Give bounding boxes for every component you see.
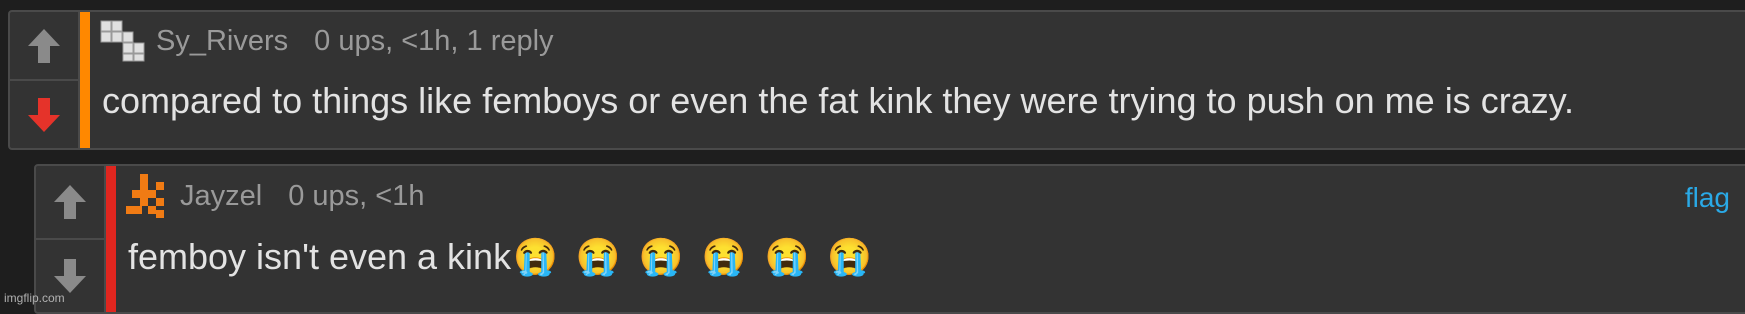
thread-color-bar bbox=[80, 12, 90, 148]
comment-meta: 0 ups, <1h bbox=[288, 179, 425, 212]
crying-emoji-icon: 😭 bbox=[575, 236, 621, 277]
comment-text-content: femboy isn't even a kink bbox=[128, 236, 512, 277]
flag-link[interactable]: flag bbox=[1685, 182, 1730, 214]
comment-header: Sy_Rivers 0 ups, <1h, 1 reply bbox=[100, 20, 554, 62]
comment-sy-rivers: Sy_Rivers 0 ups, <1h, 1 reply compared t… bbox=[8, 10, 1745, 150]
comment-body: Jayzel 0 ups, <1h flag femboy isn't even… bbox=[116, 166, 1745, 312]
emoji-row: 😭 😭 😭 😭 😭 😭 bbox=[511, 236, 872, 278]
crying-emoji-icon: 😭 bbox=[513, 236, 558, 277]
comment-text: compared to things like femboys or even … bbox=[102, 80, 1575, 121]
upvote-button[interactable] bbox=[36, 166, 106, 240]
arrow-down-icon bbox=[28, 97, 60, 132]
vote-column bbox=[10, 12, 80, 148]
watermark: imgflip.com bbox=[4, 291, 65, 305]
upvote-button[interactable] bbox=[10, 12, 80, 81]
comment-text: femboy isn't even a kink 😭 😭 😭 😭 😭 😭 bbox=[128, 236, 872, 278]
crying-emoji-icon: 😭 bbox=[827, 236, 873, 277]
username[interactable]: Sy_Rivers bbox=[156, 25, 288, 58]
crying-emoji-icon: 😭 bbox=[701, 236, 747, 277]
downvote-button[interactable] bbox=[10, 81, 80, 148]
avatar[interactable] bbox=[100, 20, 148, 62]
username[interactable]: Jayzel bbox=[180, 180, 262, 213]
arrow-down-icon bbox=[54, 259, 86, 293]
arrow-up-icon bbox=[54, 185, 86, 219]
comment-body: Sy_Rivers 0 ups, <1h, 1 reply compared t… bbox=[90, 12, 1745, 148]
arrow-up-icon bbox=[28, 28, 60, 63]
avatar[interactable] bbox=[126, 174, 174, 218]
comment-jayzel: Jayzel 0 ups, <1h flag femboy isn't even… bbox=[34, 164, 1745, 314]
crying-emoji-icon: 😭 bbox=[638, 236, 684, 277]
crying-emoji-icon: 😭 bbox=[764, 236, 810, 277]
thread-color-bar bbox=[106, 166, 116, 312]
comment-header: Jayzel 0 ups, <1h bbox=[126, 174, 424, 218]
comment-meta: 0 ups, <1h, 1 reply bbox=[314, 24, 554, 57]
